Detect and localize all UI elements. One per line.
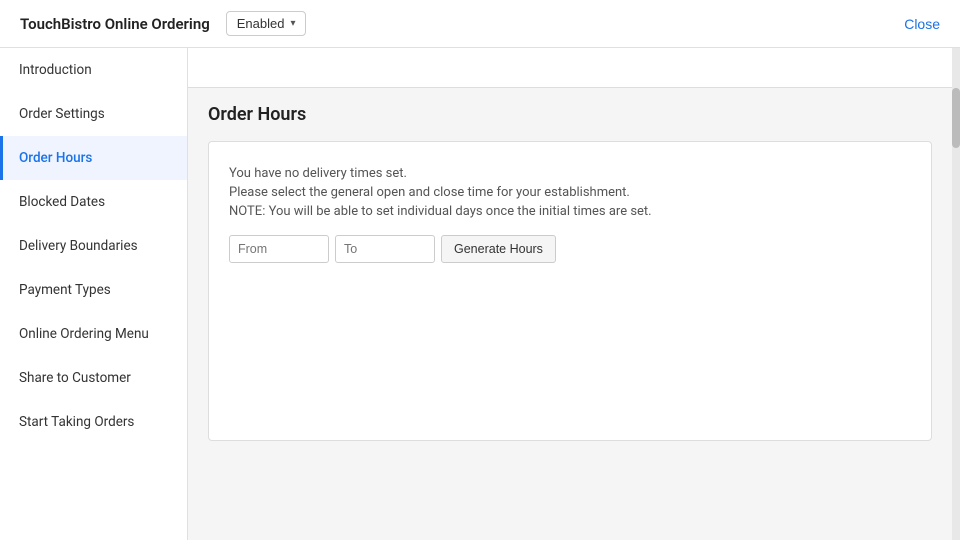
status-label: Enabled	[237, 16, 285, 31]
sidebar-item-blocked-dates[interactable]: Blocked Dates	[0, 180, 187, 224]
sidebar-item-order-settings[interactable]: Order Settings	[0, 92, 187, 136]
app-title: TouchBistro Online Ordering	[20, 15, 210, 33]
scrollbar-track	[952, 48, 960, 540]
to-input[interactable]	[335, 235, 435, 263]
header-left: TouchBistro Online Ordering Enabled ▾	[20, 11, 306, 36]
scrollbar-thumb[interactable]	[952, 88, 960, 148]
sidebar-item-delivery-boundaries[interactable]: Delivery Boundaries	[0, 224, 187, 268]
status-dropdown[interactable]: Enabled ▾	[226, 11, 307, 36]
sidebar-item-online-ordering-menu[interactable]: Online Ordering Menu	[0, 312, 187, 356]
hours-form: Generate Hours	[229, 235, 911, 263]
sidebar-item-start-taking-orders[interactable]: Start Taking Orders	[0, 400, 187, 444]
no-delivery-line3: NOTE: You will be able to set individual…	[229, 204, 911, 219]
sidebar-item-introduction[interactable]: Introduction	[0, 48, 187, 92]
top-tab-bar	[188, 48, 952, 88]
sidebar-item-order-hours[interactable]: Order Hours	[0, 136, 187, 180]
close-button[interactable]: Close	[904, 16, 940, 32]
generate-hours-button[interactable]: Generate Hours	[441, 235, 556, 263]
main-content: Order Hours You have no delivery times s…	[188, 48, 952, 540]
sidebar: IntroductionOrder SettingsOrder HoursBlo…	[0, 48, 188, 540]
page-title: Order Hours	[208, 104, 932, 125]
no-delivery-line1: You have no delivery times set.	[229, 166, 911, 181]
sidebar-item-share-to-customer[interactable]: Share to Customer	[0, 356, 187, 400]
no-delivery-line2: Please select the general open and close…	[229, 185, 911, 200]
app-header: TouchBistro Online Ordering Enabled ▾ Cl…	[0, 0, 960, 48]
from-input[interactable]	[229, 235, 329, 263]
sidebar-item-payment-types[interactable]: Payment Types	[0, 268, 187, 312]
content-card: You have no delivery times set. Please s…	[208, 141, 932, 441]
chevron-down-icon: ▾	[290, 18, 295, 29]
app-body: IntroductionOrder SettingsOrder HoursBlo…	[0, 48, 960, 540]
